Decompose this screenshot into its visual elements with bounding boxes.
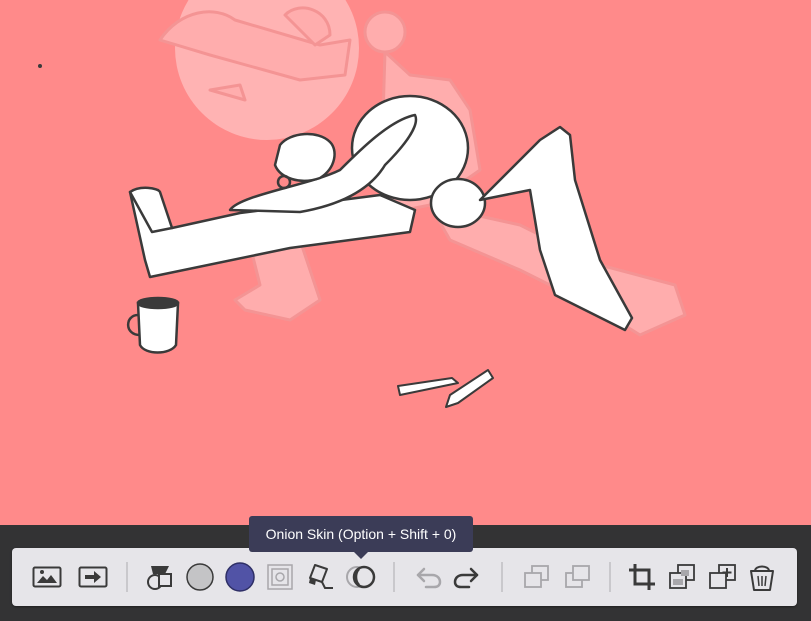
layer-opacity-icon <box>266 563 294 591</box>
shapes-icon <box>145 562 175 592</box>
primary-color-swatch <box>225 562 255 592</box>
add-frame-button[interactable] <box>705 560 739 594</box>
crop-icon <box>627 562 657 592</box>
pencils <box>397 369 494 408</box>
add-frame-icon <box>707 563 737 591</box>
eraser-button[interactable] <box>303 560 337 594</box>
delete-button[interactable] <box>745 560 779 594</box>
delete-bucket-icon <box>748 562 776 592</box>
layer-opacity-button[interactable] <box>263 560 297 594</box>
drawing-canvas[interactable] <box>0 0 811 525</box>
onion-skin-button[interactable] <box>344 560 378 594</box>
separator <box>126 562 128 592</box>
undo-icon <box>414 564 444 590</box>
duplicate-frame-button[interactable] <box>665 560 699 594</box>
main-figure <box>128 94 634 332</box>
onion-skin-icon <box>345 563 377 591</box>
layer-forward-button[interactable] <box>560 560 594 594</box>
speck <box>38 64 42 68</box>
background-image-icon <box>32 566 62 588</box>
onion-skin-tooltip: Onion Skin (Option + Shift + 0) <box>249 516 473 552</box>
export-arrow-icon <box>78 566 108 588</box>
layer-forward-icon <box>562 563 592 591</box>
artwork <box>38 0 687 408</box>
eraser-pencil-icon <box>305 562 335 592</box>
layer-back-button[interactable] <box>519 560 553 594</box>
background-image-button[interactable] <box>30 560 64 594</box>
separator <box>501 562 503 592</box>
coffee-mug <box>126 296 180 354</box>
duplicate-frame-icon <box>667 563 697 591</box>
tooltip-arrow <box>354 552 368 559</box>
redo-button[interactable] <box>449 560 483 594</box>
bottom-toolbar <box>12 548 797 606</box>
secondary-color-button[interactable] <box>183 560 217 594</box>
undo-button[interactable] <box>412 560 446 594</box>
separator <box>609 562 611 592</box>
secondary-color-swatch <box>185 562 215 592</box>
crop-button[interactable] <box>625 560 659 594</box>
export-button[interactable] <box>76 560 110 594</box>
redo-icon <box>451 564 481 590</box>
layer-back-icon <box>521 563 551 591</box>
separator <box>393 562 395 592</box>
primary-color-button[interactable] <box>223 560 257 594</box>
shapes-button[interactable] <box>143 560 177 594</box>
